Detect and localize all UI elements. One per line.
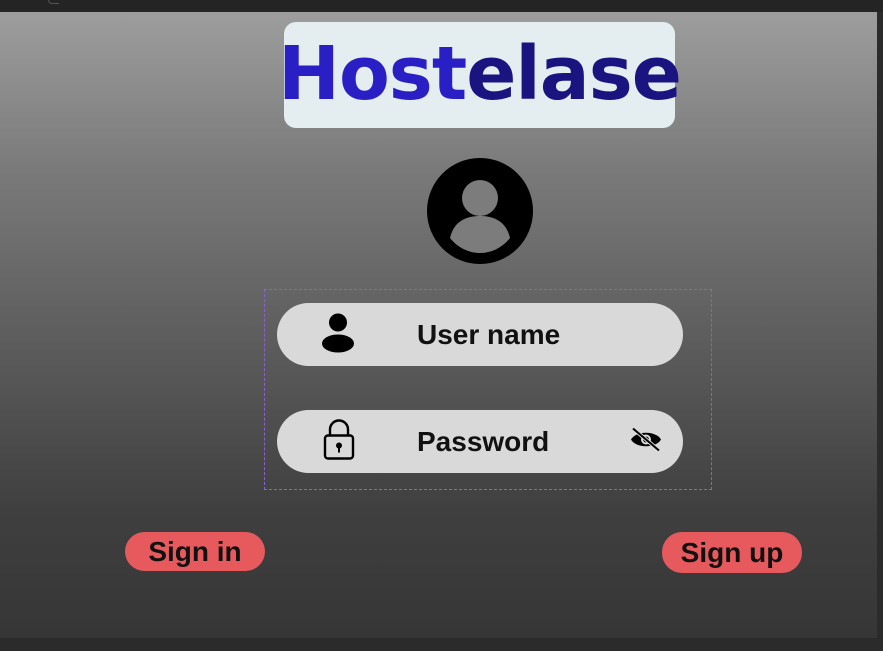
sign-up-button[interactable]: Sign up [662,532,802,573]
password-field[interactable]: Password [277,410,683,473]
app-logo-text: Hostelase [278,37,682,111]
window-bottom-bar [0,638,883,651]
logo-part-host: Host [278,31,467,117]
logo-part-elase: elase [466,31,682,117]
username-field[interactable]: User name [277,303,683,366]
eye-off-icon[interactable] [629,426,663,457]
window-right-edge [877,12,883,638]
password-label: Password [417,425,550,457]
username-label: User name [417,318,561,350]
app-logo: Hostelase [278,22,682,128]
sign-in-button[interactable]: Sign in [125,532,265,571]
user-icon [321,312,355,357]
window-top-bar [0,0,883,12]
user-circle-icon [427,158,533,264]
corner-mark [48,0,59,4]
lock-icon [322,418,356,465]
